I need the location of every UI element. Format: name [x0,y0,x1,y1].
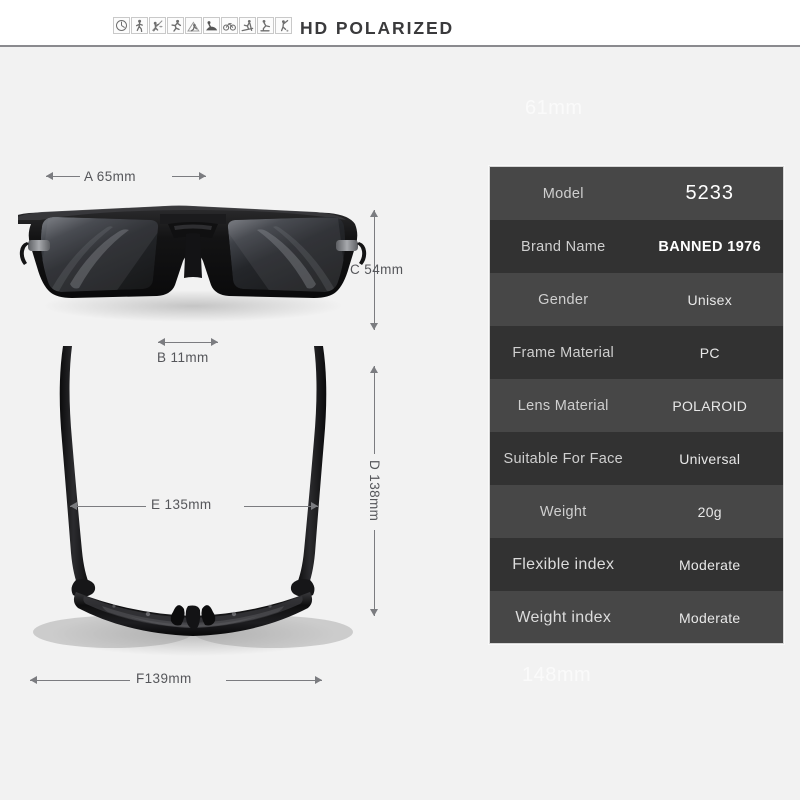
spec-row: Gender Unisex [490,273,783,326]
spec-row-value: Moderate [678,609,741,626]
spec-row-label: Gender [538,291,589,308]
spec-row-value: BANNED 1976 [658,238,762,255]
spec-row-value: Unisex [687,291,733,308]
driving-icon [203,17,220,34]
walking-icon [131,17,148,34]
spec-row-value: PC [699,344,720,361]
running-icon [167,17,184,34]
cycling-icon [221,17,238,34]
dimension-label-e: E 135mm [151,497,212,512]
spec-row-label: Suitable For Face [503,450,624,467]
spec-row-value: Universal [679,450,741,467]
sun-clock-icon [113,17,130,34]
activity-icon-strip [113,17,292,34]
dimension-label-a: A 65mm [84,169,136,184]
spec-row: Flexible index Moderate [490,538,783,591]
dimension-label-f: F139mm [136,671,192,686]
dimension-label-c: C 54mm [350,262,404,277]
spec-row: Brand Name BANNED 1976 [490,220,783,273]
specification-table: Model 5233 Brand Name BANNED 1976 Gender Unis… [489,166,784,644]
spec-row: Weight 20g [490,485,783,538]
spec-row-label: Frame Material [512,344,615,361]
sunglasses-front-illustration [18,205,367,322]
spec-row-label: Weight index [515,608,612,626]
golf-icon [275,17,292,34]
spec-row: Model 5233 [490,167,783,220]
spec-row-label: Weight [539,503,587,520]
spec-row: Weight index Moderate [490,591,783,643]
spec-row-label: Lens Material [517,397,609,414]
dimension-label-d: D 138mm [367,460,382,522]
watermark-bottom: 148mm [522,664,592,686]
skiing-icon [239,17,256,34]
sunglasses-front-view: A 65mm B 11mm C 54mm [18,164,403,365]
spec-row-label: Brand Name [521,238,606,255]
spec-row: Lens Material POLAROID [490,379,783,432]
climbing-icon [185,17,202,34]
page-header: HD POLARIZED [0,0,800,47]
spec-row-label: Model [542,185,584,202]
product-spec-canvas: 61mm 148mm A 65mm B 11mm C 54mm D 138mm … [0,49,800,800]
spec-row: Frame Material PC [490,326,783,379]
watermark-top: 61mm [525,97,583,119]
fishing-icon [149,17,166,34]
spec-row-value: Moderate [678,556,741,573]
spec-row-value: 5233 [685,182,734,204]
skating-icon [257,17,274,34]
page-title: HD POLARIZED [300,18,455,38]
spec-row: Suitable For Face Universal [490,432,783,485]
spec-row-value: POLAROID [672,397,748,414]
sunglasses-top-view: D 138mm E 135mm F139mm [18,344,382,704]
spec-row-value: 20g [697,503,722,520]
spec-row-label: Flexible index [512,555,615,573]
